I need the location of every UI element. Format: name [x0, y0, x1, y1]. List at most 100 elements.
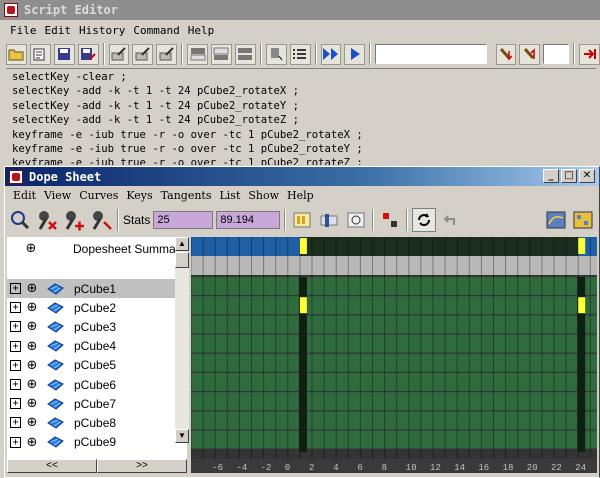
script-history-pane[interactable]: selectKey -clear ; selectKey -add -k -t 1… — [6, 68, 596, 165]
source-script-icon[interactable] — [29, 43, 51, 65]
close-icon[interactable]: ✕ — [579, 169, 595, 183]
expand-icon[interactable]: + — [10, 302, 21, 314]
outliner-item-pcube4[interactable]: + ⊕ pCube4 — [7, 337, 177, 356]
toolbar-separator — [573, 43, 576, 65]
toolbar-separator — [406, 209, 409, 231]
key-grid-svg[interactable]: -6-4-202468101214161820222426283032 — [191, 237, 597, 473]
outliner-label: pCube6 — [74, 377, 117, 392]
menu-edit[interactable]: Edit — [9, 189, 40, 202]
expand-icon[interactable]: + — [10, 417, 21, 429]
execute-all-icon[interactable] — [320, 43, 342, 65]
line-numbers-icon[interactable] — [289, 43, 311, 65]
search-input[interactable] — [375, 44, 487, 64]
summary-row[interactable]: ⊕ Dopesheet Summa — [7, 239, 177, 258]
insert-key-tool-icon[interactable] — [35, 208, 59, 232]
input-only-icon[interactable] — [211, 43, 232, 65]
select-icon[interactable]: ⊕ — [26, 281, 38, 296]
dope-sheet-graph[interactable]: -6-4-202468101214161820222426283032 — [191, 237, 597, 473]
frame-selection-icon[interactable] — [317, 208, 341, 232]
add-key-icon[interactable] — [89, 208, 113, 232]
select-icon[interactable]: ⊕ — [26, 435, 38, 450]
outliner-item-pcube7[interactable]: + ⊕ pCube7 — [7, 394, 177, 413]
menu-view[interactable]: View — [40, 189, 75, 202]
expand-icon[interactable]: + — [10, 283, 21, 294]
menu-help[interactable]: Help — [184, 24, 219, 37]
toolbar-separator — [181, 43, 184, 65]
search-up-icon[interactable] — [519, 43, 541, 65]
menu-edit[interactable]: Edit — [41, 24, 76, 37]
expand-icon[interactable]: + — [10, 359, 21, 371]
expand-icon[interactable]: + — [10, 436, 21, 448]
history-only-icon[interactable] — [187, 43, 208, 65]
script-editor-titlebar: Script Editor — [0, 0, 600, 20]
outliner-item-pcube3[interactable]: + ⊕ pCube3 — [7, 317, 177, 336]
clear-all-icon[interactable] — [156, 43, 178, 65]
script-line: keyframe -e -iub true -r -o over -tc 1 p… — [12, 157, 363, 165]
move-key-tool-icon[interactable] — [8, 208, 32, 232]
echo-commands-icon[interactable] — [265, 43, 287, 65]
select-icon[interactable]: ⊕ — [26, 339, 38, 354]
maximize-icon[interactable]: □ — [561, 169, 577, 183]
snap-keys-icon[interactable] — [378, 208, 402, 232]
line-number-input[interactable] — [543, 44, 570, 64]
outliner-item-pcube2[interactable]: + ⊕ pCube2 — [7, 298, 177, 317]
minimize-icon[interactable]: _ — [543, 169, 559, 183]
mesh-cube-icon — [47, 340, 64, 352]
scroll-thumb[interactable] — [175, 252, 189, 268]
open-folder-icon[interactable] — [6, 43, 27, 65]
outliner-scrollbar[interactable]: ▲ ▼ — [175, 237, 189, 443]
frame-all-icon[interactable] — [290, 208, 314, 232]
menu-history[interactable]: History — [75, 24, 129, 37]
split-view-icon[interactable] — [234, 43, 256, 65]
nav-left-button[interactable]: << — [7, 459, 97, 473]
outliner-item-pcube8[interactable]: + ⊕ pCube8 — [7, 413, 177, 432]
outliner-item-pcube9[interactable]: + ⊕ pCube9 — [7, 433, 177, 452]
outliner-item-pcube1[interactable]: + ⊕ pCube1 — [7, 279, 177, 298]
outliner-item-pcube6[interactable]: + ⊕ pCube6 — [7, 375, 177, 394]
menu-list[interactable]: List — [215, 189, 244, 202]
menu-command[interactable]: Command — [129, 24, 183, 37]
save-icon[interactable] — [53, 43, 75, 65]
ruler-tick-label: 14 — [454, 463, 465, 473]
save-as-icon[interactable] — [77, 43, 99, 65]
select-icon[interactable]: ⊕ — [25, 241, 37, 256]
select-icon[interactable]: ⊕ — [26, 358, 38, 373]
outliner-item-pcube5[interactable]: + ⊕ pCube5 — [7, 356, 177, 375]
menu-tangents[interactable]: Tangents — [157, 189, 216, 202]
expand-icon[interactable]: + — [10, 398, 21, 410]
menu-file[interactable]: File — [6, 24, 41, 37]
select-icon[interactable]: ⊕ — [26, 377, 38, 392]
nav-right-button[interactable]: >> — [97, 459, 187, 473]
script-editor-toolbar — [0, 40, 600, 68]
menu-curves[interactable]: Curves — [75, 189, 122, 202]
refresh-icon[interactable] — [412, 208, 437, 232]
expand-icon[interactable]: + — [10, 379, 21, 390]
expand-icon[interactable]: + — [10, 321, 21, 333]
script-line: selectKey -add -k -t 1 -t 24 pCube2_rota… — [12, 99, 300, 112]
select-icon[interactable]: ⊕ — [26, 300, 38, 315]
frame-playback-icon[interactable] — [344, 208, 368, 232]
menu-help[interactable]: Help — [283, 189, 318, 202]
execute-icon[interactable] — [344, 43, 366, 65]
delete-key-icon[interactable] — [62, 208, 86, 232]
goto-line-icon[interactable] — [579, 43, 600, 65]
select-icon[interactable]: ⊕ — [26, 319, 38, 334]
undo-icon[interactable] — [439, 208, 463, 232]
select-icon[interactable]: ⊕ — [26, 396, 38, 411]
stats-frame-field[interactable]: 25 — [153, 211, 214, 229]
stats-value-field[interactable]: 89.194 — [216, 211, 281, 229]
menu-show[interactable]: Show — [244, 189, 283, 202]
menu-keys[interactable]: Keys — [122, 189, 156, 202]
scroll-up-icon[interactable]: ▲ — [175, 237, 189, 251]
clear-history-icon[interactable] — [108, 43, 130, 65]
dope-sheet-icon[interactable] — [571, 208, 595, 232]
expand-icon[interactable]: + — [10, 340, 21, 352]
graph-editor-icon[interactable] — [544, 208, 568, 232]
outliner-label: pCube7 — [74, 396, 117, 411]
summary-label: Dopesheet Summa — [73, 241, 176, 256]
select-icon[interactable]: ⊕ — [26, 415, 38, 430]
toolbar-separator — [284, 209, 287, 231]
clear-input-icon[interactable] — [132, 43, 154, 65]
search-down-icon[interactable] — [495, 43, 517, 65]
scroll-down-icon[interactable]: ▼ — [175, 429, 189, 443]
